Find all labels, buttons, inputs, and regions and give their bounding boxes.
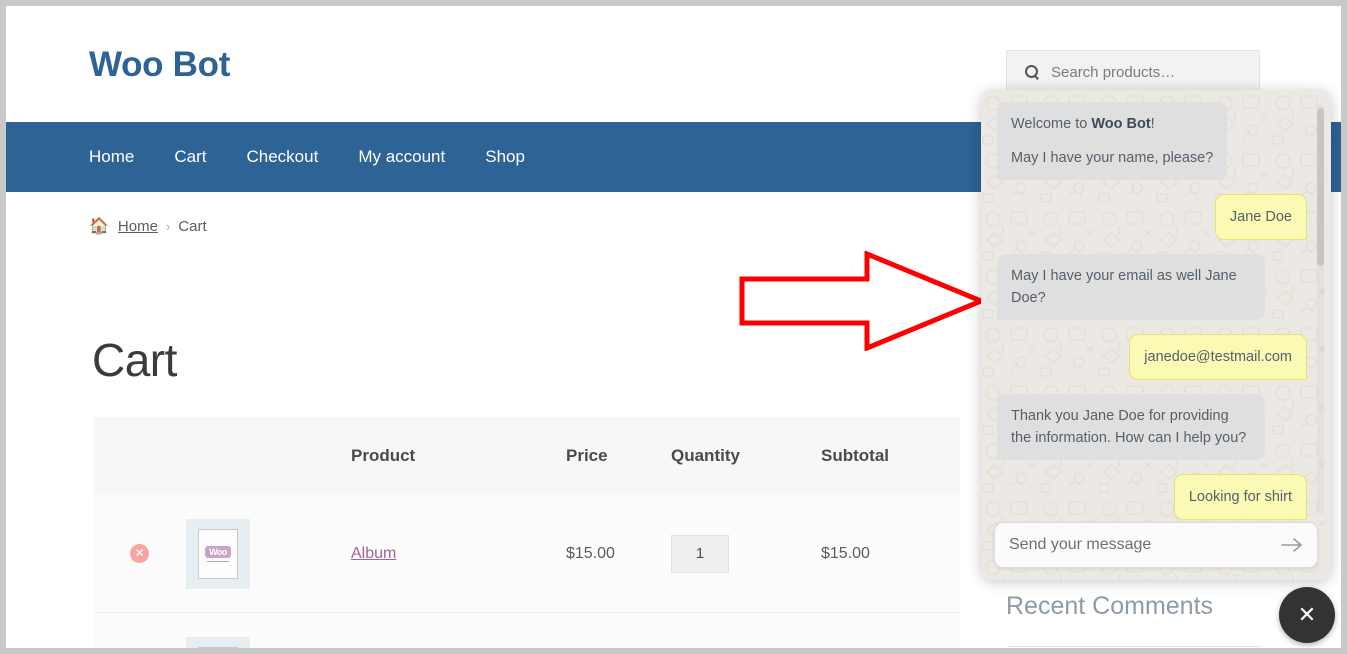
woo-badge-label: Woo bbox=[205, 546, 231, 558]
column-header-price: Price bbox=[566, 446, 671, 466]
column-header-product: Product bbox=[351, 446, 566, 466]
chat-bubble-user: Looking for shirt bbox=[1174, 474, 1307, 520]
chat-input-placeholder[interactable]: Send your message bbox=[1009, 536, 1281, 554]
chat-name-prompt: May I have your name, please? bbox=[1011, 147, 1213, 169]
nav-item-home[interactable]: Home bbox=[89, 147, 160, 167]
cart-row-product-cell: Album bbox=[351, 545, 566, 563]
page-title: Cart bbox=[92, 333, 177, 387]
breadcrumb-current: Cart bbox=[178, 218, 206, 235]
nav-item-checkout[interactable]: Checkout bbox=[246, 147, 344, 167]
home-icon: 🏠 bbox=[89, 219, 109, 235]
chat-message-user: Jane Doe bbox=[997, 194, 1307, 240]
chat-bubble-bot: May I have your email as well Jane Doe? bbox=[997, 254, 1265, 320]
annotation-arrow-icon bbox=[739, 251, 984, 351]
cart-row-subtotal: $15.00 bbox=[821, 545, 951, 563]
product-thumbnail[interactable]: Woo bbox=[186, 637, 250, 649]
nav-list: Home Cart Checkout My account Shop bbox=[89, 122, 565, 192]
chat-bubble-user: Jane Doe bbox=[1215, 194, 1307, 240]
column-header-quantity: Quantity bbox=[671, 446, 821, 466]
breadcrumb: 🏠 Home › Cart bbox=[89, 218, 207, 235]
cart-row-price: $15.00 bbox=[566, 545, 671, 563]
cart-row-quantity-cell: 1 bbox=[671, 535, 821, 573]
chat-message-user: Looking for shirt bbox=[997, 474, 1307, 520]
chat-widget: Welcome to Woo Bot! May I have your name… bbox=[981, 90, 1331, 580]
divider bbox=[1007, 646, 1261, 647]
breadcrumb-link-home[interactable]: Home bbox=[118, 218, 158, 235]
search-input-placeholder[interactable]: Search products… bbox=[1051, 64, 1175, 81]
cart-table-header: Product Price Quantity Subtotal bbox=[94, 417, 960, 495]
table-row: ✕ Woo Beanie $18.00 1 $18.00 bbox=[94, 613, 960, 648]
nav-item-shop[interactable]: Shop bbox=[485, 147, 551, 167]
arrow-right-icon[interactable] bbox=[1281, 537, 1303, 553]
chat-bubble-bot: Welcome to Woo Bot! May I have your name… bbox=[997, 102, 1227, 180]
chat-bot-name: Woo Bot bbox=[1091, 116, 1150, 132]
breadcrumb-separator: › bbox=[166, 219, 170, 234]
cart-row-thumbnail-cell: Woo bbox=[186, 519, 351, 589]
nav-item-my-account[interactable]: My account bbox=[358, 147, 471, 167]
search-icon bbox=[1025, 65, 1040, 80]
album-art-icon: Woo bbox=[198, 529, 238, 579]
recent-comments-heading: Recent Comments bbox=[1006, 592, 1213, 621]
chat-close-button[interactable]: ✕ bbox=[1279, 587, 1335, 643]
chat-message-bot: Thank you Jane Doe for providing the inf… bbox=[997, 394, 1307, 460]
table-row: ✕ Woo Album $15.00 1 $15.00 bbox=[94, 495, 960, 613]
product-search-box[interactable]: Search products… bbox=[1006, 50, 1260, 94]
chat-scrollbar-thumb[interactable] bbox=[1317, 108, 1324, 266]
chat-welcome-line: Welcome to Woo Bot! bbox=[1011, 113, 1213, 135]
close-icon: ✕ bbox=[1298, 603, 1316, 628]
chat-bubble-user: janedoe@testmail.com bbox=[1129, 334, 1307, 380]
album-art-icon: Woo bbox=[198, 647, 238, 649]
cart-row-thumbnail-cell: Woo bbox=[186, 637, 351, 649]
column-header-subtotal: Subtotal bbox=[821, 446, 951, 466]
chat-message-bot: May I have your email as well Jane Doe? bbox=[997, 254, 1307, 320]
chat-message-user: janedoe@testmail.com bbox=[997, 334, 1307, 380]
nav-item-cart[interactable]: Cart bbox=[174, 147, 232, 167]
chat-message-bot: Welcome to Woo Bot! May I have your name… bbox=[997, 102, 1307, 180]
cart-table: Product Price Quantity Subtotal ✕ Woo Al… bbox=[94, 417, 960, 648]
product-link[interactable]: Album bbox=[351, 545, 396, 562]
chat-bubble-bot: Thank you Jane Doe for providing the inf… bbox=[997, 394, 1265, 460]
remove-icon[interactable]: ✕ bbox=[130, 544, 149, 563]
site-title[interactable]: Woo Bot bbox=[89, 45, 230, 85]
quantity-input[interactable]: 1 bbox=[671, 535, 729, 573]
cart-row-remove-cell: ✕ bbox=[94, 544, 186, 563]
product-thumbnail[interactable]: Woo bbox=[186, 519, 250, 589]
chat-input-bar[interactable]: Send your message bbox=[994, 522, 1318, 568]
chat-message-list[interactable]: Welcome to Woo Bot! May I have your name… bbox=[981, 90, 1331, 524]
album-art-line bbox=[207, 561, 229, 562]
page-frame: Woo Bot Search products… Home Cart Check… bbox=[6, 6, 1341, 648]
